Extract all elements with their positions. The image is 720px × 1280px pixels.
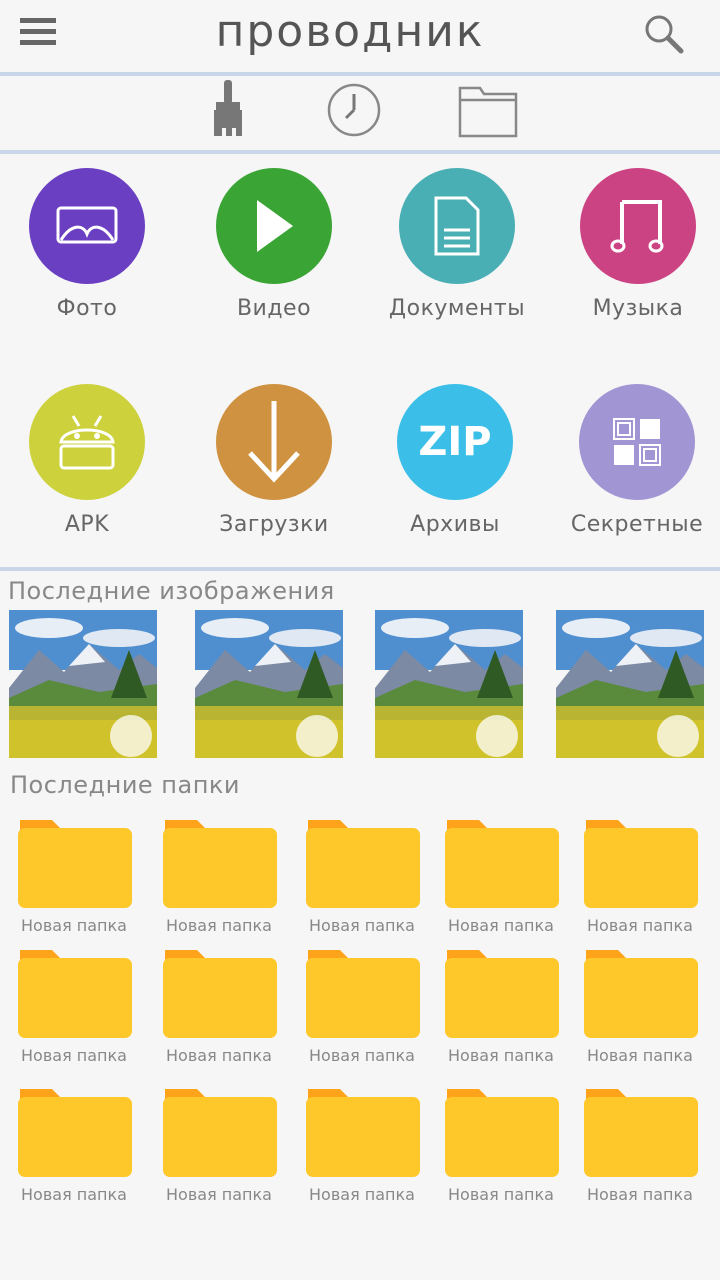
folder-item[interactable]: Новая папка bbox=[580, 948, 700, 1065]
folder-item[interactable]: Новая папка bbox=[159, 948, 279, 1065]
folder-icon bbox=[14, 1087, 134, 1185]
toolbar-divider bbox=[0, 150, 720, 154]
folder-item[interactable]: Новая папка bbox=[302, 1087, 422, 1204]
search-icon[interactable] bbox=[640, 10, 690, 60]
folder-icon bbox=[302, 1087, 422, 1185]
document-icon bbox=[399, 168, 515, 284]
category-photo[interactable]: Фото bbox=[2, 168, 172, 321]
folder-icon bbox=[302, 818, 422, 916]
folder-name: Новая папка bbox=[166, 1046, 272, 1065]
photo-icon bbox=[29, 168, 145, 284]
header-divider bbox=[0, 72, 720, 76]
folder-item[interactable]: Новая папка bbox=[159, 1087, 279, 1204]
folder-name: Новая папка bbox=[309, 1046, 415, 1065]
folder-item[interactable]: Новая папка bbox=[14, 818, 134, 935]
recent-folders-title: Последние папки bbox=[10, 771, 240, 799]
play-icon bbox=[216, 168, 332, 284]
zip-badge: ZIP bbox=[418, 419, 492, 465]
download-arrow-icon bbox=[216, 384, 332, 500]
recent-image-thumbnail[interactable] bbox=[195, 610, 343, 758]
android-icon bbox=[29, 384, 145, 500]
folder-name: Новая папка bbox=[448, 916, 554, 935]
page-title: проводник bbox=[215, 6, 485, 57]
category-archives[interactable]: ZIP Архивы bbox=[370, 384, 540, 537]
category-label: Видео bbox=[236, 296, 312, 321]
app-header: проводник bbox=[0, 0, 720, 72]
folder-item[interactable]: Новая папка bbox=[159, 818, 279, 935]
categories-divider bbox=[0, 567, 720, 571]
folder-icon bbox=[159, 818, 279, 916]
folder-icon bbox=[580, 818, 700, 916]
recent-images-title: Последние изображения bbox=[8, 577, 335, 605]
folder-item[interactable]: Новая папка bbox=[302, 948, 422, 1065]
category-label: Фото bbox=[56, 296, 118, 321]
folder-name: Новая папка bbox=[587, 1185, 693, 1204]
category-label: APK bbox=[64, 512, 110, 537]
folder-icon bbox=[159, 948, 279, 1046]
category-label: Архивы bbox=[410, 512, 500, 537]
folder-name: Новая папка bbox=[21, 1046, 127, 1065]
folder-icon bbox=[580, 1087, 700, 1185]
recent-image-thumbnail[interactable] bbox=[556, 610, 704, 758]
folder-item[interactable]: Новая папка bbox=[441, 818, 561, 935]
folder-icon bbox=[441, 818, 561, 916]
category-video[interactable]: Видео bbox=[189, 168, 359, 321]
category-music[interactable]: Музыка bbox=[553, 168, 720, 321]
category-label: Музыка bbox=[592, 296, 684, 321]
folder-name: Новая папка bbox=[21, 916, 127, 935]
folder-name: Новая папка bbox=[587, 1046, 693, 1065]
folder-icon bbox=[14, 818, 134, 916]
brush-icon[interactable] bbox=[196, 78, 260, 142]
folder-item[interactable]: Новая папка bbox=[441, 1087, 561, 1204]
category-downloads[interactable]: Загрузки bbox=[189, 384, 359, 537]
folder-name: Новая папка bbox=[309, 916, 415, 935]
folder-icon[interactable] bbox=[456, 78, 520, 142]
folder-icon bbox=[14, 948, 134, 1046]
zip-icon: ZIP bbox=[397, 384, 513, 500]
folder-name: Новая папка bbox=[587, 916, 693, 935]
category-apk[interactable]: APK bbox=[2, 384, 172, 537]
folder-item[interactable]: Новая папка bbox=[441, 948, 561, 1065]
folder-name: Новая папка bbox=[166, 916, 272, 935]
folder-name: Новая папка bbox=[448, 1185, 554, 1204]
folder-name: Новая папка bbox=[21, 1185, 127, 1204]
folder-name: Новая папка bbox=[448, 1046, 554, 1065]
folder-name: Новая папка bbox=[166, 1185, 272, 1204]
category-documents[interactable]: Документы bbox=[372, 168, 542, 321]
folder-item[interactable]: Новая папка bbox=[580, 818, 700, 935]
folder-item[interactable]: Новая папка bbox=[14, 1087, 134, 1204]
category-label: Секретные bbox=[570, 512, 704, 537]
folder-item[interactable]: Новая папка bbox=[580, 1087, 700, 1204]
music-note-icon bbox=[580, 168, 696, 284]
folder-icon bbox=[302, 948, 422, 1046]
clock-icon[interactable] bbox=[322, 78, 386, 142]
folder-name: Новая папка bbox=[309, 1185, 415, 1204]
folder-item[interactable]: Новая папка bbox=[14, 948, 134, 1065]
folder-icon bbox=[580, 948, 700, 1046]
recent-image-thumbnail[interactable] bbox=[9, 610, 157, 758]
category-label: Документы bbox=[388, 296, 526, 321]
folder-item[interactable]: Новая папка bbox=[302, 818, 422, 935]
recent-image-thumbnail[interactable] bbox=[375, 610, 523, 758]
folder-icon bbox=[441, 948, 561, 1046]
folder-icon bbox=[441, 1087, 561, 1185]
category-label: Загрузки bbox=[219, 512, 329, 537]
folder-icon bbox=[159, 1087, 279, 1185]
secret-grid-icon bbox=[579, 384, 695, 500]
category-secret[interactable]: Секретные bbox=[552, 384, 720, 537]
